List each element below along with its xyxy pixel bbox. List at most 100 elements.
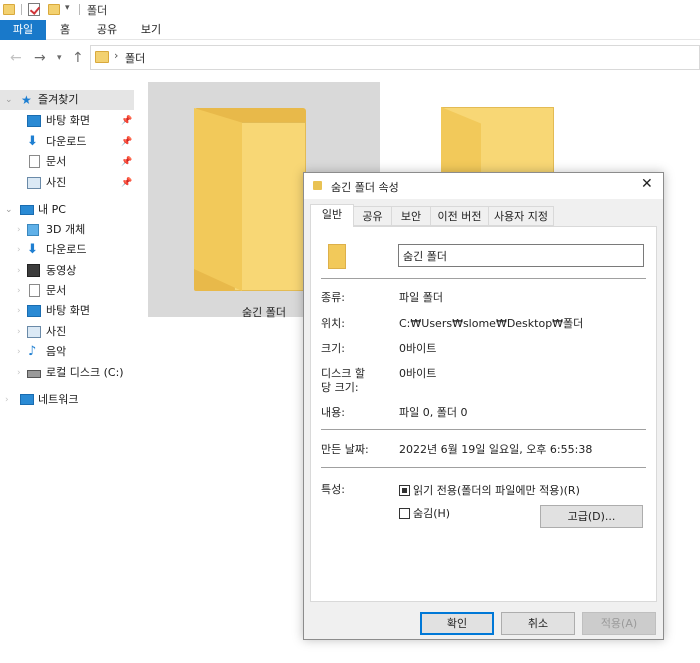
sidebar-item-3d-objects[interactable]: › 3D 개체: [0, 220, 134, 240]
sidebar-item-label: 사진: [46, 176, 67, 189]
contents-value: 파일 0, 폴더 0: [399, 406, 468, 419]
pictures-icon: [27, 177, 41, 189]
computer-icon: [20, 205, 34, 215]
advanced-button[interactable]: 고급(D)...: [540, 505, 643, 528]
desktop-icon: [27, 305, 41, 317]
hidden-label[interactable]: 숨김(H): [413, 506, 450, 521]
chevron-right-icon[interactable]: ›: [114, 49, 118, 62]
folder-icon: [313, 181, 322, 190]
cancel-button[interactable]: 취소: [501, 612, 575, 635]
location-value: C:₩Users₩slome₩Desktop₩폴더: [399, 317, 584, 330]
sidebar-item-label: 동영상: [46, 264, 77, 277]
sidebar-item-pc-documents[interactable]: › 문서: [0, 281, 134, 301]
pin-icon[interactable]: 📌: [121, 152, 132, 172]
pin-icon[interactable]: 📌: [121, 132, 132, 152]
type-label: 종류:: [321, 291, 345, 304]
sidebar-item-pc-downloads[interactable]: › ⬇ 다운로드: [0, 240, 134, 260]
sidebar-item-label: 즐겨찾기: [38, 93, 79, 106]
customize-toolbar-icon[interactable]: ▾: [65, 3, 70, 13]
sidebar-item-downloads[interactable]: ⬇ 다운로드 📌: [0, 132, 134, 152]
tab-file[interactable]: 파일: [0, 20, 46, 40]
sidebar-item-label: 문서: [46, 284, 67, 297]
sidebar-item-label: 다운로드: [46, 243, 87, 256]
ok-button[interactable]: 확인: [420, 612, 494, 635]
chevron-right-icon[interactable]: ›: [17, 363, 21, 383]
network-icon: [20, 394, 34, 405]
tab-home[interactable]: 홈: [52, 20, 78, 40]
sidebar-item-label: 음악: [46, 345, 67, 358]
tab-sharing[interactable]: 공유: [353, 206, 392, 226]
size-on-disk-label-line2: 당 크기:: [321, 381, 359, 394]
chevron-right-icon[interactable]: ›: [17, 301, 21, 321]
folder-name-field[interactable]: [398, 244, 644, 267]
readonly-checkbox[interactable]: [399, 485, 410, 496]
tab-view[interactable]: 보기: [136, 20, 166, 40]
chevron-right-icon[interactable]: ›: [17, 220, 21, 240]
properties-icon[interactable]: [28, 3, 40, 16]
folder-icon: [95, 51, 109, 63]
tab-general[interactable]: 일반: [310, 204, 354, 227]
tab-share[interactable]: 공유: [92, 20, 122, 40]
size-on-disk-label-line1: 디스크 할: [321, 367, 365, 380]
contents-label: 내용:: [321, 406, 345, 419]
sidebar-item-label: 네트워크: [38, 393, 79, 406]
folder-icon[interactable]: [3, 4, 15, 15]
sidebar-item-label: 다운로드: [46, 135, 87, 148]
readonly-label[interactable]: 읽기 전용(폴더의 파일에만 적용)(R): [413, 483, 580, 498]
sidebar-item-label: 사진: [46, 325, 67, 338]
dialog-title: 숨긴 폴더 속성: [331, 181, 399, 194]
sidebar-item-pc-desktop[interactable]: › 바탕 화면: [0, 301, 134, 321]
sidebar-item-music[interactable]: › ♪ 음악: [0, 342, 134, 362]
created-value: 2022년 6월 19일 일요일, 오후 6:55:38: [399, 443, 593, 456]
address-path[interactable]: 폴더: [125, 50, 145, 66]
sidebar-item-pictures[interactable]: 사진 📌: [0, 173, 134, 193]
sidebar-item-local-disk[interactable]: › 로컬 디스크 (C:): [0, 363, 134, 383]
size-value: 0바이트: [399, 342, 437, 355]
hidden-checkbox[interactable]: [399, 508, 410, 519]
chevron-right-icon[interactable]: ›: [17, 240, 21, 260]
sidebar-item-label: 문서: [46, 155, 67, 168]
sidebar-item-documents[interactable]: 문서 📌: [0, 152, 134, 172]
quick-access-toolbar: ▾ 폴더: [0, 0, 700, 20]
ribbon-tabs: 파일 홈 공유 보기: [0, 20, 700, 40]
tab-security[interactable]: 보안: [391, 206, 431, 226]
attributes-label: 특성:: [321, 483, 345, 496]
cube-icon: [27, 224, 39, 236]
recent-locations-icon[interactable]: ▾: [57, 53, 62, 63]
sidebar-item-network[interactable]: › 네트워크: [0, 390, 134, 410]
sidebar-item-desktop[interactable]: 바탕 화면 📌: [0, 111, 134, 131]
up-icon[interactable]: ↑: [72, 50, 84, 66]
size-on-disk-value: 0바이트: [399, 367, 437, 380]
folder-icon: [328, 244, 346, 269]
sidebar-item-label: 바탕 화면: [46, 114, 90, 127]
address-bar[interactable]: › 폴더: [90, 45, 700, 70]
chevron-right-icon[interactable]: ›: [17, 261, 21, 281]
sidebar-item-videos[interactable]: › 동영상: [0, 261, 134, 281]
chevron-right-icon[interactable]: ›: [17, 342, 21, 362]
chevron-right-icon[interactable]: ›: [17, 322, 21, 342]
chevron-down-icon[interactable]: ⌄: [5, 200, 13, 220]
document-icon: [29, 284, 40, 297]
tab-previous-versions[interactable]: 이전 버전: [430, 206, 489, 226]
new-folder-icon[interactable]: [48, 4, 60, 15]
window-title: 폴더: [87, 4, 108, 17]
dialog-titlebar[interactable]: 숨긴 폴더 속성 ✕: [304, 173, 663, 199]
tab-customize[interactable]: 사용자 지정: [488, 206, 554, 226]
back-icon[interactable]: ←: [10, 50, 22, 66]
pin-icon[interactable]: 📌: [121, 111, 132, 131]
sidebar-item-this-pc[interactable]: ⌄ 내 PC: [0, 200, 134, 220]
sidebar-item-quick-access[interactable]: ⌄ ★ 즐겨찾기: [0, 90, 134, 110]
chevron-right-icon[interactable]: ›: [17, 281, 21, 301]
chevron-down-icon[interactable]: ⌄: [5, 90, 13, 110]
pin-icon[interactable]: 📌: [121, 173, 132, 193]
drive-icon: [27, 370, 41, 378]
download-icon: ⬇: [27, 242, 38, 257]
chevron-right-icon[interactable]: ›: [5, 390, 9, 410]
close-icon[interactable]: ✕: [641, 176, 653, 192]
size-label: 크기:: [321, 342, 345, 355]
location-label: 위치:: [321, 317, 345, 330]
forward-icon[interactable]: →: [34, 50, 46, 66]
sidebar-item-pc-pictures[interactable]: › 사진: [0, 322, 134, 342]
sidebar-item-label: 로컬 디스크 (C:): [46, 366, 124, 379]
apply-button[interactable]: 적용(A): [582, 612, 656, 635]
